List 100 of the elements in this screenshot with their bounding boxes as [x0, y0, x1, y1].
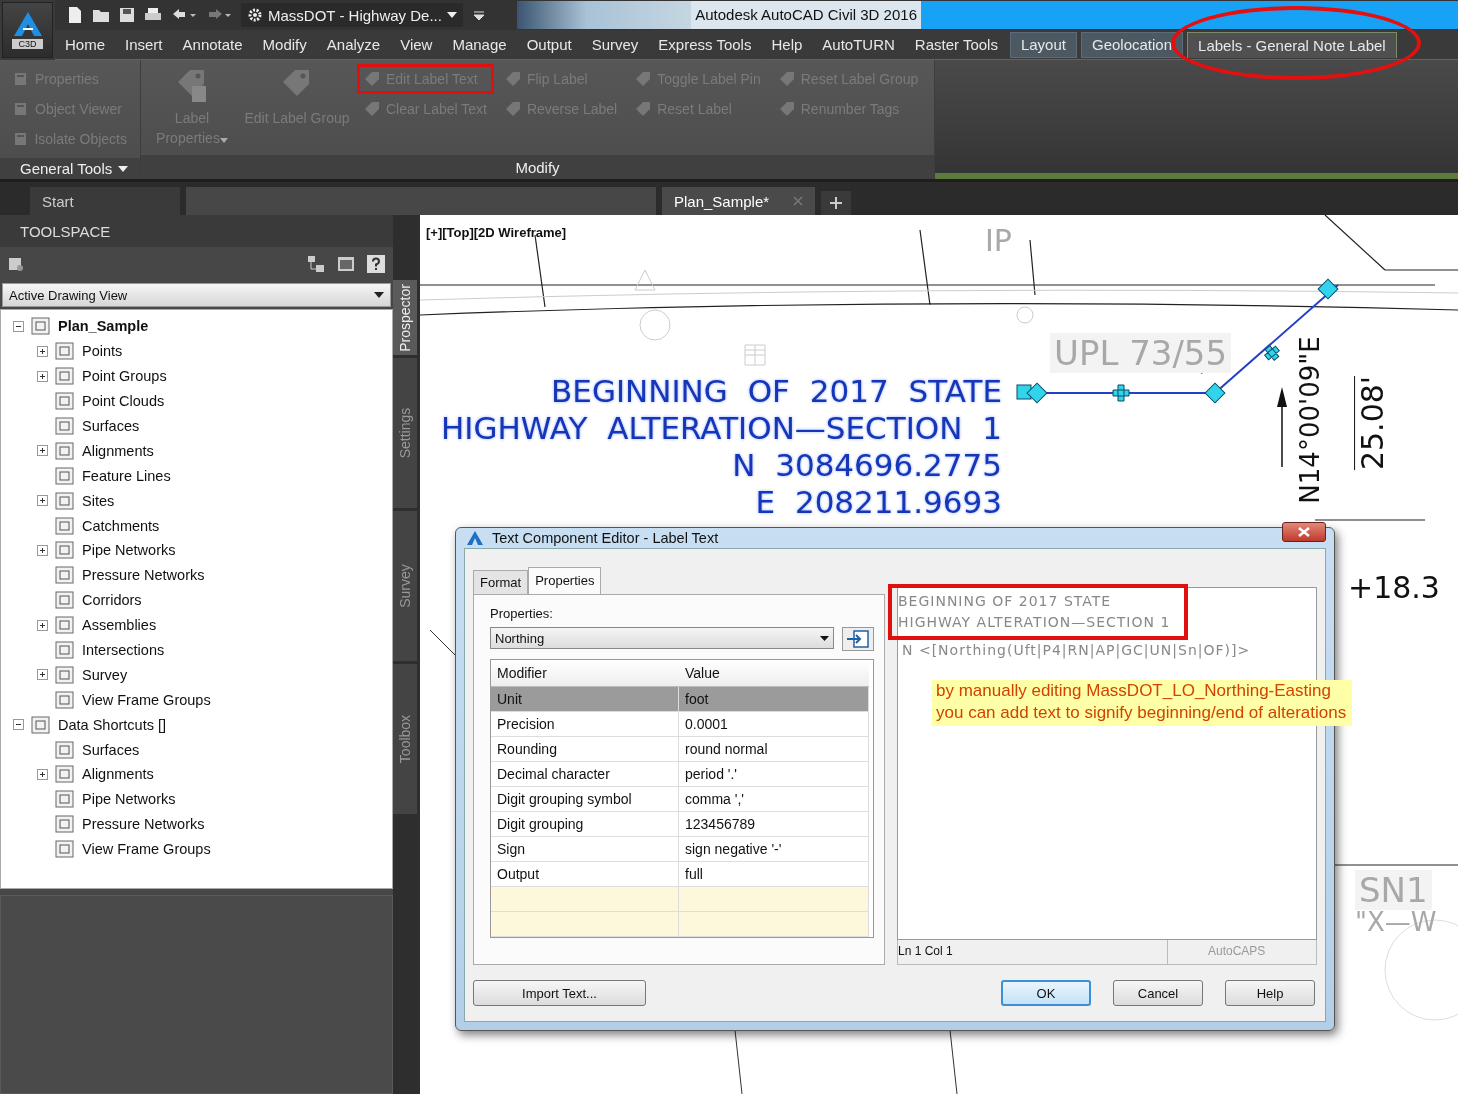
tool-icon: [13, 101, 29, 117]
dialog-button[interactable]: OK: [1001, 980, 1091, 1006]
table-cell[interactable]: 0.0001: [679, 712, 869, 737]
collapse-icon[interactable]: [13, 719, 24, 731]
tree-item[interactable]: Surfaces: [82, 418, 140, 434]
viewport-label[interactable]: [+][Top][2D Wireframe]: [426, 225, 567, 240]
table-cell[interactable]: Rounding: [491, 737, 679, 762]
open-folder-icon[interactable]: [92, 7, 110, 23]
tag-icon: [778, 71, 795, 87]
ribbon-tab[interactable]: Labels - General Note Label: [1187, 31, 1397, 58]
panel-icon[interactable]: [337, 256, 355, 272]
table-cell[interactable]: Unit: [491, 687, 679, 712]
close-button[interactable]: [1282, 522, 1326, 542]
tree-item[interactable]: Corridors: [82, 592, 142, 609]
tree-item[interactable]: Pipe Networks: [82, 791, 176, 808]
table-cell[interactable]: foot: [679, 687, 869, 712]
ribbon-tab[interactable]: Annotate: [172, 31, 253, 58]
tree-item[interactable]: Alignments: [82, 442, 154, 459]
tree-item[interactable]: Points: [82, 343, 123, 360]
expand-icon[interactable]: [37, 768, 48, 780]
tree-item[interactable]: Survey: [82, 666, 128, 683]
ribbon-tab[interactable]: Manage: [442, 31, 517, 58]
tree-item[interactable]: Sites: [82, 492, 115, 509]
panel-title[interactable]: General Tools: [0, 158, 140, 179]
faded-label: UPL 73/55: [1050, 333, 1232, 373]
tool-icon: [13, 131, 29, 147]
app-menu-button[interactable]: C3D: [2, 2, 53, 58]
table-cell[interactable]: 123456789: [679, 812, 869, 837]
label-text: BEGINNING OF 2017 STATE: [551, 373, 1002, 410]
label-text: N 3084696.2775: [732, 447, 1002, 484]
tree-item[interactable]: View Frame Groups: [82, 691, 211, 708]
new-tab-button[interactable]: [821, 191, 852, 215]
tree-item[interactable]: Assemblies: [82, 617, 157, 634]
side-tab[interactable]: Prospector: [393, 280, 417, 355]
drawing-icon[interactable]: [8, 256, 24, 272]
file-tab[interactable]: Start: [30, 187, 180, 215]
dialog-title: Text Component Editor - Label Text: [492, 530, 720, 546]
table-cell[interactable]: period '.': [679, 762, 869, 787]
ribbon-tab[interactable]: Home: [55, 31, 115, 58]
tree-item[interactable]: Data Shortcuts []: [58, 716, 166, 733]
caret-icon: [446, 12, 457, 18]
tree-item[interactable]: Alignments: [82, 766, 154, 783]
ribbon-tab[interactable]: View: [390, 31, 443, 58]
save-icon[interactable]: [119, 7, 135, 23]
faded-label: "X—W: [1355, 907, 1437, 937]
new-file-icon[interactable]: [67, 6, 83, 24]
workspace-dropdown[interactable]: MassDOT - Highway De...: [241, 3, 463, 27]
tree-item[interactable]: Pressure Networks: [82, 567, 205, 584]
tree-item[interactable]: Feature Lines: [82, 467, 171, 484]
ribbon-tab[interactable]: Modify: [252, 31, 317, 58]
dialog-button[interactable]: Cancel: [1113, 980, 1203, 1006]
expand-icon[interactable]: [37, 445, 48, 457]
expand-icon[interactable]: [37, 495, 48, 507]
dialog-tab[interactable]: Properties: [528, 567, 602, 594]
table-cell[interactable]: sign negative '-': [679, 837, 869, 862]
ribbon-tab[interactable]: Insert: [115, 31, 173, 58]
expand-icon[interactable]: [37, 619, 48, 631]
toolspace-title: TOOLSPACE: [0, 215, 393, 247]
caret-icon: [118, 165, 129, 172]
ribbon-tab[interactable]: Analyze: [316, 31, 391, 58]
table-cell[interactable]: Digit grouping: [491, 812, 679, 837]
file-tab[interactable]: Plan_Sample*: [662, 187, 816, 215]
dialog-button[interactable]: Import Text...: [473, 980, 646, 1006]
tree-item[interactable]: Intersections: [82, 642, 165, 658]
tree-icon[interactable]: [307, 255, 325, 273]
ribbon-tab[interactable]: Help: [761, 31, 813, 58]
ribbon-tab[interactable]: Survey: [581, 31, 649, 58]
table-cell[interactable]: Digit grouping symbol: [491, 787, 679, 812]
tree-item[interactable]: Point Groups: [82, 368, 167, 385]
customize-menu-icon[interactable]: [471, 8, 486, 22]
table-cell[interactable]: Decimal character: [491, 762, 679, 787]
expand-icon[interactable]: [37, 669, 48, 681]
print-icon[interactable]: [144, 7, 162, 23]
ribbon-tab[interactable]: Geolocation: [1081, 31, 1184, 58]
expand-icon[interactable]: [37, 544, 48, 556]
dialog-tab[interactable]: Format: [473, 570, 529, 594]
tree-item[interactable]: View Frame Groups: [82, 841, 211, 858]
tree-item[interactable]: Pipe Networks: [82, 542, 176, 559]
ribbon-tab[interactable]: Layout: [1009, 31, 1077, 58]
table-cell[interactable]: comma ',': [679, 787, 869, 812]
help-icon[interactable]: [367, 255, 385, 273]
table-cell[interactable]: Sign: [491, 837, 679, 862]
tree-item[interactable]: Pressure Networks: [82, 816, 205, 833]
view-dropdown[interactable]: Active Drawing View: [2, 283, 391, 307]
expand-icon[interactable]: [37, 370, 48, 382]
tree-item[interactable]: Catchments: [82, 517, 160, 534]
ribbon-tab[interactable]: Raster Tools: [904, 31, 1008, 58]
tree-item[interactable]: Point Clouds: [82, 393, 165, 410]
tree-item[interactable]: Surfaces: [82, 741, 140, 758]
table-cell[interactable]: Precision: [491, 712, 679, 737]
insert-property-button[interactable]: [842, 627, 874, 651]
ribbon-tab[interactable]: Output: [516, 31, 582, 58]
tree-item[interactable]: Plan_Sample: [58, 318, 149, 335]
ribbon-tab[interactable]: Express Tools: [648, 31, 762, 58]
dialog-button[interactable]: Help: [1225, 980, 1315, 1006]
table-cell[interactable]: round normal: [679, 737, 869, 762]
expand-icon[interactable]: [37, 345, 48, 357]
ribbon-tab[interactable]: AutoTURN: [812, 31, 905, 58]
collapse-icon[interactable]: [13, 320, 24, 332]
property-dropdown[interactable]: Northing: [490, 627, 834, 649]
